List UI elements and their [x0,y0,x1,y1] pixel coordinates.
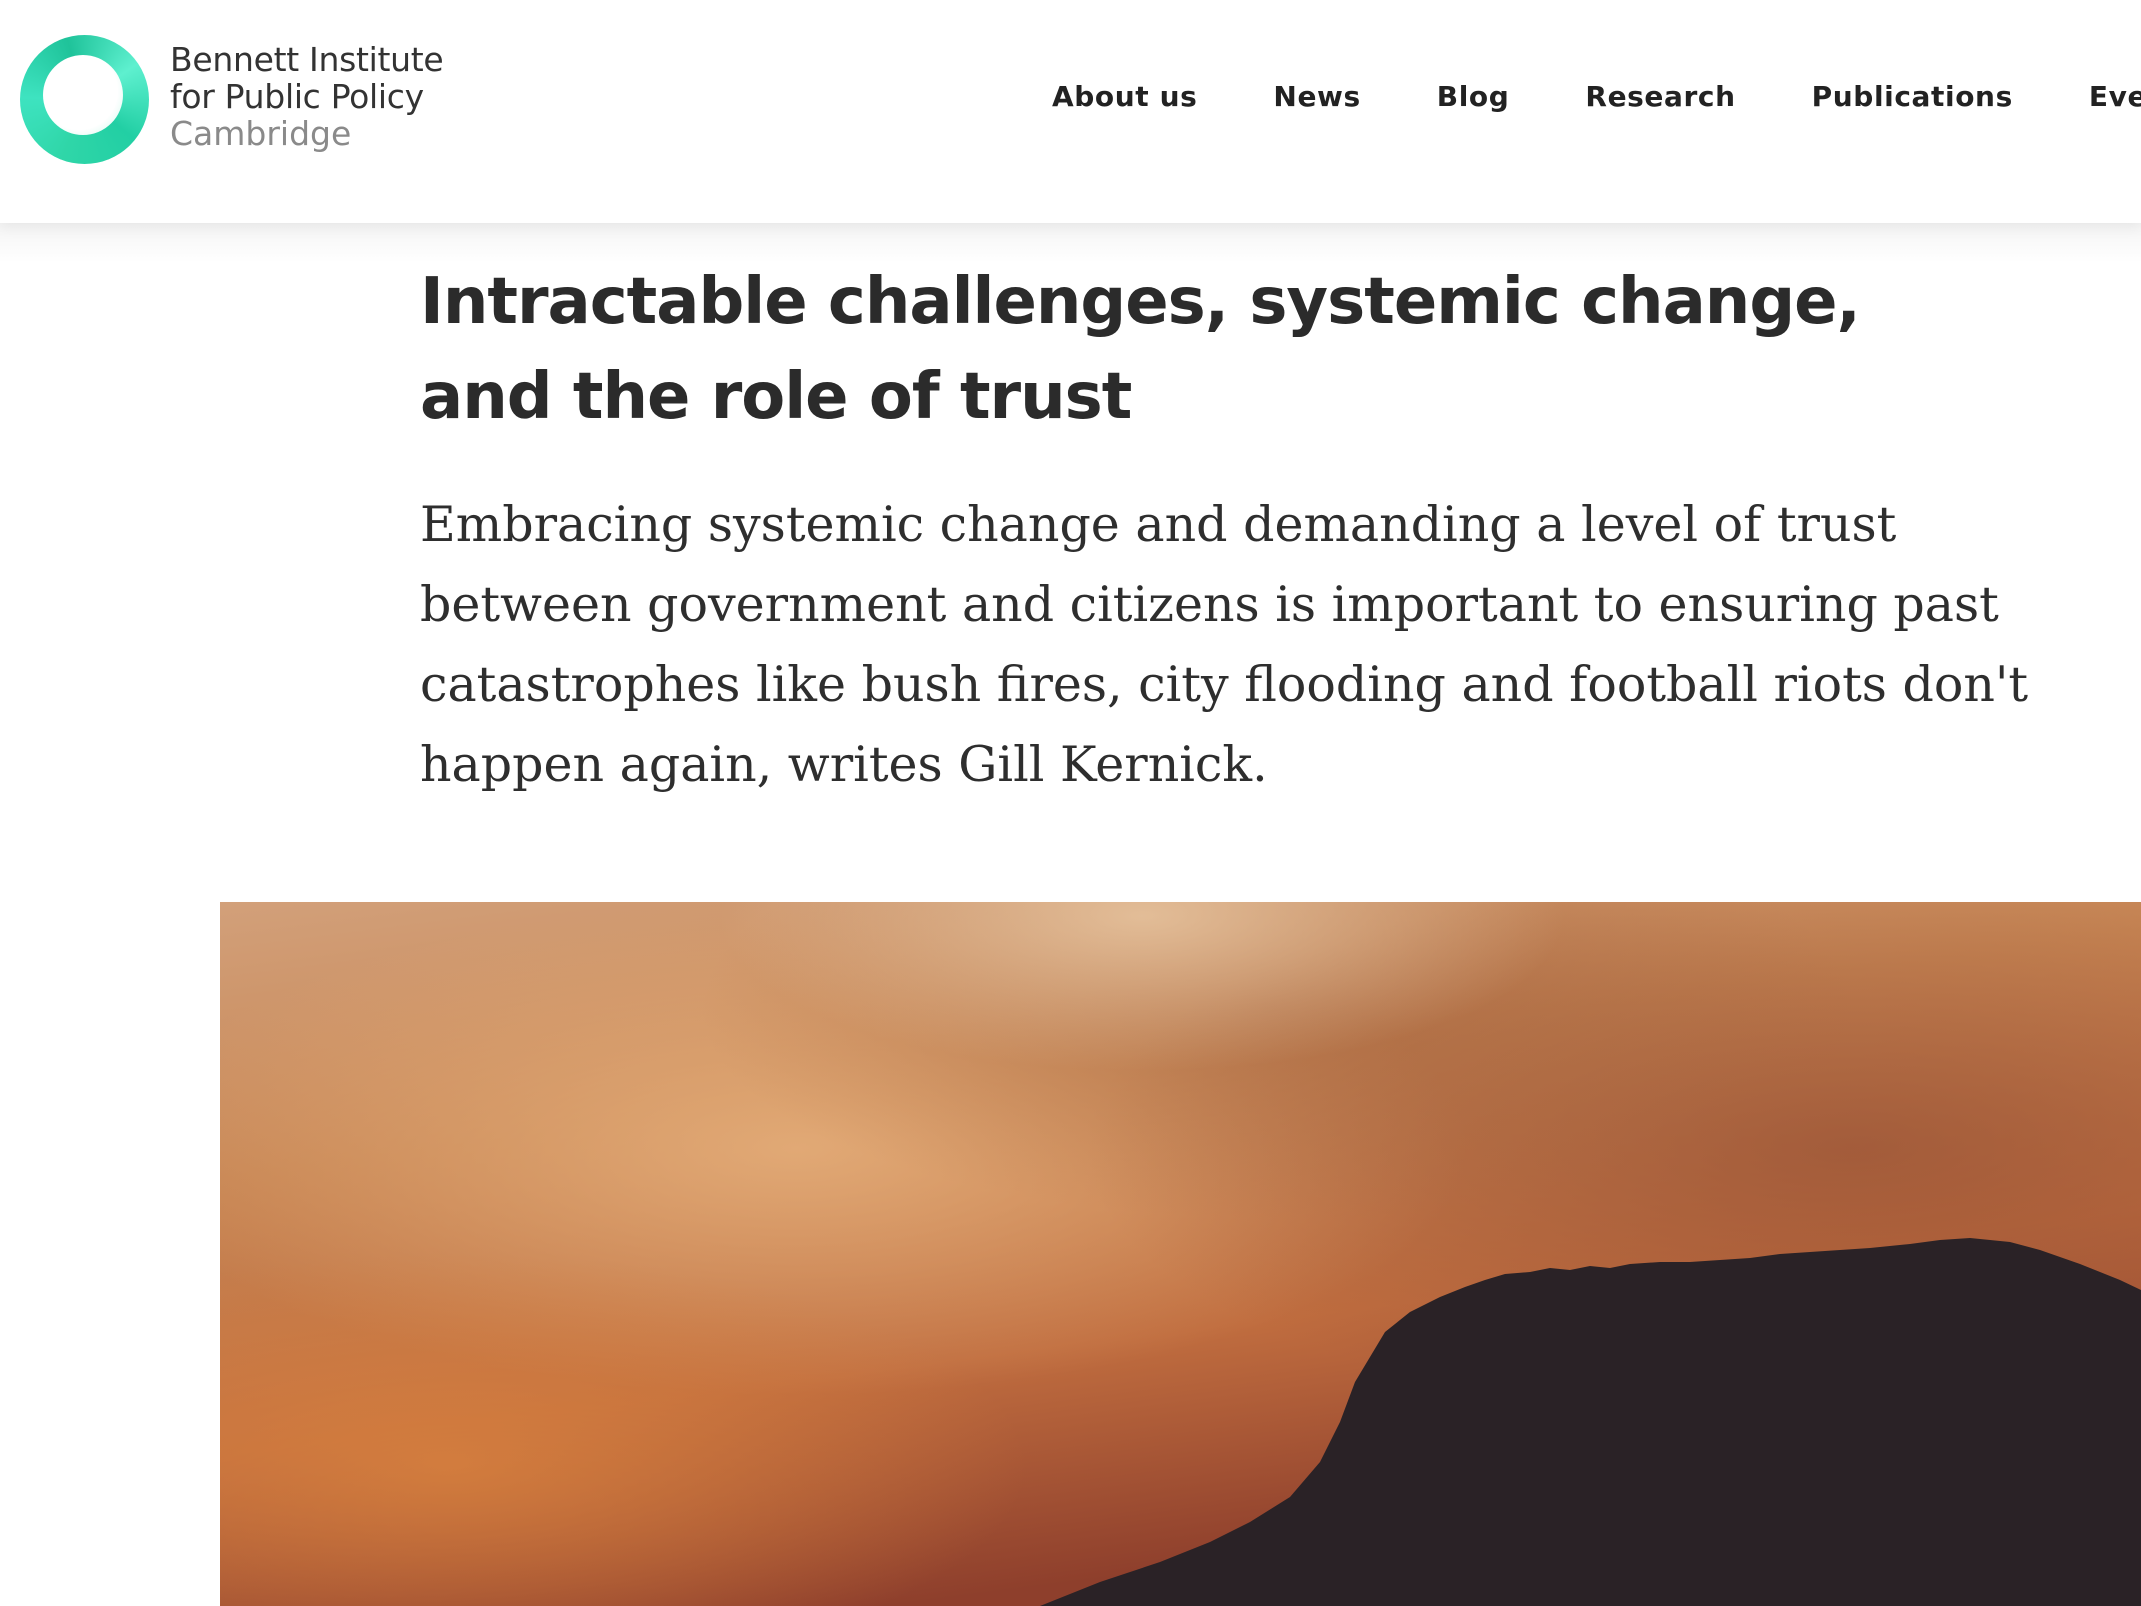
nav-item-about-us[interactable]: About us [1052,80,1197,113]
main-navigation: About us News Blog Research Publications… [1052,80,2141,113]
article-standfirst: Embracing systemic change and demanding … [420,496,2029,793]
nav-item-research[interactable]: Research [1585,80,1735,113]
nav-item-news[interactable]: News [1273,80,1360,113]
site-logo[interactable]: Bennett Institute for Public Policy Camb… [20,35,480,165]
hero-image [220,902,2141,1606]
article-title: Intractable challenges, systemic change,… [420,265,1861,434]
header-shadow [0,223,2141,263]
nav-item-publications[interactable]: Publications [1812,80,2013,113]
logo-line-policy: for Public Policy [170,77,424,116]
site-header: Bennett Institute for Public Policy Camb… [0,0,2141,223]
nav-item-blog[interactable]: Blog [1437,80,1510,113]
logo-line-institute: Bennett Institute [170,40,444,79]
nav-item-events[interactable]: Events [2089,80,2141,113]
article-header: Intractable challenges, systemic change,… [420,255,2060,805]
logo-ring-icon [20,35,149,164]
hero-photo-smoky-mountain [220,902,2141,1606]
logo-wordmark: Bennett Institute for Public Policy Camb… [170,40,444,153]
logo-line-cambridge: Cambridge [170,114,352,153]
